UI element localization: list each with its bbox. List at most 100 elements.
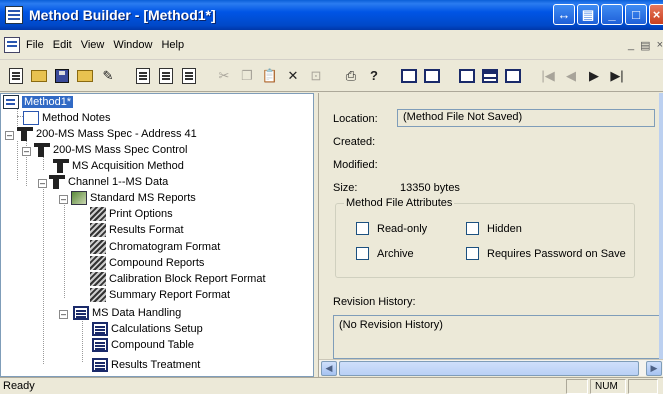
tree-node-channel1[interactable]: Channel 1--MS Data	[49, 174, 168, 190]
window-toggle-icon[interactable]: ▤	[577, 4, 599, 25]
doc-close-button[interactable]: ×	[657, 39, 663, 52]
title-bar[interactable]: Method Builder - [Method1*] ↔ ▤ _ □ ×	[0, 0, 663, 30]
first-record-button[interactable]: |◀	[538, 66, 558, 86]
tree-node-method-notes[interactable]: Method Notes	[23, 110, 110, 126]
help-button[interactable]: ?	[364, 66, 384, 86]
first-icon: |◀	[541, 67, 555, 83]
new-method-button[interactable]	[6, 66, 26, 86]
menu-edit[interactable]: Edit	[53, 39, 72, 51]
next-record-button[interactable]: ▶	[584, 66, 604, 86]
requires-password-checkbox[interactable]: Requires Password on Save	[466, 247, 626, 260]
copy-button[interactable]: ❐	[237, 66, 257, 86]
view-columns-icon	[505, 68, 521, 83]
tree-node-calibration-block[interactable]: Calibration Block Report Format	[90, 271, 266, 287]
collapse-toggle[interactable]: –	[59, 310, 68, 319]
hidden-checkbox[interactable]: Hidden	[466, 222, 522, 235]
collapse-toggle[interactable]: –	[59, 195, 68, 204]
view-e-button[interactable]	[503, 66, 523, 86]
tree-node-mass-spec-control[interactable]: 200-MS Mass Spec Control	[34, 142, 188, 158]
menu-file[interactable]: File	[26, 39, 44, 51]
maximize-button[interactable]: □	[625, 4, 647, 25]
ms-device-icon	[49, 175, 65, 189]
checkbox-label: Read-only	[377, 222, 428, 235]
collapse-toggle[interactable]: –	[22, 147, 31, 156]
horizontal-scrollbar[interactable]: ◀ ▶	[319, 359, 663, 376]
restore-arrows-icon[interactable]: ↔	[553, 4, 575, 25]
view-a-button[interactable]	[399, 66, 419, 86]
delete-button[interactable]: ✕	[283, 66, 303, 86]
tree-node-label: Chromatogram Format	[109, 241, 221, 253]
collapse-toggle[interactable]: –	[38, 179, 47, 188]
notes-icon	[23, 111, 39, 125]
location-label: Location:	[333, 113, 378, 125]
document-menu-icon[interactable]	[4, 36, 20, 53]
doc-restore-button[interactable]: ▤	[640, 39, 650, 52]
tree-node-ms-acquisition[interactable]: MS Acquisition Method	[53, 158, 184, 174]
tree-node-calculations-setup[interactable]: Calculations Setup	[92, 321, 203, 337]
status-text: Ready	[3, 380, 35, 392]
scroll-left-button[interactable]: ◀	[321, 361, 337, 376]
ms-device-icon	[17, 127, 33, 141]
prev-record-button[interactable]: ◀	[561, 66, 581, 86]
tree-node-ms-data-handling[interactable]: MS Data Handling	[73, 305, 181, 321]
menu-view[interactable]: View	[81, 39, 105, 51]
revision-history-label: Revision History:	[333, 296, 416, 308]
menu-window[interactable]: Window	[113, 39, 152, 51]
ms-device-icon	[34, 143, 50, 157]
edit-button[interactable]: ✎	[98, 66, 118, 86]
app-icon[interactable]	[5, 6, 23, 24]
method-tree[interactable]: Method1* Method Notes – 200-MS Mass Spec…	[0, 93, 314, 377]
tree-node-label: Standard MS Reports	[90, 192, 196, 204]
tree-node-chromatogram-format[interactable]: Chromatogram Format	[90, 239, 220, 255]
tree-node-label: Channel 1--MS Data	[68, 176, 169, 188]
doc-minimize-button[interactable]: _	[628, 39, 634, 52]
checkbox-box[interactable]	[356, 247, 369, 260]
tree-node-compound-table[interactable]: Compound Table	[92, 337, 194, 353]
last-record-button[interactable]: ▶|	[607, 66, 627, 86]
menu-bar: File Edit View Window Help _ ▤ ×	[0, 30, 663, 60]
report-c-icon	[182, 67, 196, 84]
revision-history-box[interactable]: (No Revision History)	[333, 315, 663, 359]
export-button[interactable]: ⊡	[306, 66, 326, 86]
cut-button[interactable]: ✂	[214, 66, 234, 86]
checkbox-box[interactable]	[466, 222, 479, 235]
view-rows-icon	[482, 68, 498, 83]
menu-help[interactable]: Help	[161, 39, 184, 51]
checkbox-box[interactable]	[356, 222, 369, 235]
checkbox-box[interactable]	[466, 247, 479, 260]
vertical-scrollbar[interactable]	[659, 93, 663, 359]
calc-icon	[92, 338, 108, 352]
view-d-button[interactable]	[480, 66, 500, 86]
tree-node-mass-spec[interactable]: 200-MS Mass Spec - Address 41	[17, 126, 197, 142]
window-controls: ↔ ▤ _ □ ×	[553, 4, 663, 25]
scroll-thumb[interactable]	[339, 361, 639, 376]
report-c-button[interactable]	[179, 66, 199, 86]
tree-node-standard-reports[interactable]: Standard MS Reports	[71, 190, 196, 206]
open-button[interactable]	[29, 66, 49, 86]
status-bar: Ready NUM	[0, 377, 663, 394]
tree-node-results-treatment[interactable]: Results Treatment	[92, 357, 200, 373]
tree-node-summary-report[interactable]: Summary Report Format	[90, 287, 230, 303]
archive-checkbox[interactable]: Archive	[356, 247, 414, 260]
report-a-button[interactable]	[133, 66, 153, 86]
tree-node-label: MS Data Handling	[92, 307, 182, 319]
scroll-right-button[interactable]: ▶	[646, 361, 662, 376]
tree-node-compound-reports[interactable]: Compound Reports	[90, 255, 204, 271]
close-button[interactable]: ×	[649, 4, 663, 25]
tree-node-results-format[interactable]: Results Format	[90, 222, 184, 238]
pencil-icon	[90, 288, 106, 302]
save-button[interactable]	[52, 66, 72, 86]
tree-node-method1[interactable]: Method1*	[3, 94, 74, 110]
view-c-button[interactable]	[457, 66, 477, 86]
paste-button[interactable]: 📋	[260, 66, 280, 86]
tree-node-print-options[interactable]: Print Options	[90, 206, 173, 222]
view-b-button[interactable]	[422, 66, 442, 86]
minimize-button[interactable]: _	[601, 4, 623, 25]
open-folder-button[interactable]	[75, 66, 95, 86]
print-button[interactable]: ⎙	[341, 66, 361, 86]
read-only-checkbox[interactable]: Read-only	[356, 222, 427, 235]
report-b-button[interactable]	[156, 66, 176, 86]
collapse-toggle[interactable]: –	[5, 131, 14, 140]
method-file-details: Location: (Method File Not Saved) Create…	[318, 93, 663, 377]
tree-line	[64, 202, 65, 298]
